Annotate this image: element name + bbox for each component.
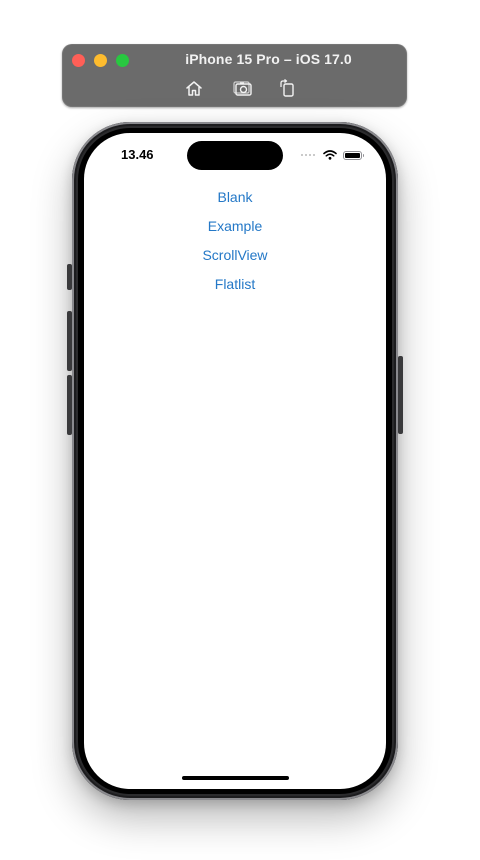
status-indicators — [301, 150, 364, 160]
status-time: 13.46 — [121, 147, 154, 162]
rotate-icon — [280, 79, 294, 97]
home-icon — [186, 80, 202, 96]
example-link[interactable]: Example — [208, 218, 262, 234]
simulator-window: iPhone 15 Pro – iOS 17.0 13.46 Blank Exa… — [0, 0, 480, 860]
list-item: Blank — [84, 182, 386, 211]
list-item: Flatlist — [84, 269, 386, 298]
camera-icon — [233, 80, 252, 96]
navigation-links: Blank Example ScrollView Flatlist — [84, 182, 386, 298]
list-item: ScrollView — [84, 240, 386, 269]
minimize-window-button[interactable] — [94, 54, 107, 67]
screenshot-button[interactable] — [232, 78, 254, 98]
dynamic-island — [187, 141, 283, 170]
flatlist-link[interactable]: Flatlist — [215, 276, 255, 292]
battery-fill — [345, 152, 360, 158]
battery-icon — [343, 150, 364, 160]
wifi-icon — [323, 150, 337, 160]
device-screen: 13.46 Blank Example ScrollView Flatlist — [84, 133, 386, 789]
home-indicator[interactable] — [182, 776, 289, 780]
scrollview-link[interactable]: ScrollView — [202, 247, 267, 263]
simulator-toolbar: iPhone 15 Pro – iOS 17.0 — [62, 44, 407, 107]
cellular-signal-icon — [301, 154, 315, 156]
window-title: iPhone 15 Pro – iOS 17.0 — [185, 51, 352, 67]
list-item: Example — [84, 211, 386, 240]
maximize-window-button[interactable] — [116, 54, 129, 67]
close-window-button[interactable] — [72, 54, 85, 67]
power-button — [398, 356, 403, 434]
home-button[interactable] — [183, 78, 205, 98]
rotate-button[interactable] — [276, 78, 298, 98]
blank-link[interactable]: Blank — [217, 189, 252, 205]
